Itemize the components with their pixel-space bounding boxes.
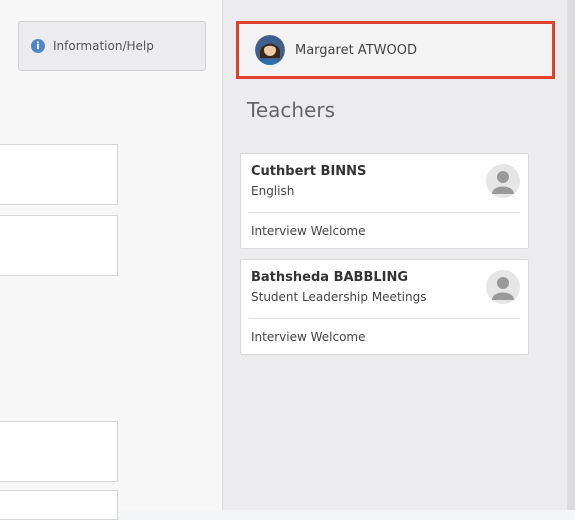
teacher-name: Bathsheda BABBLING — [251, 270, 409, 285]
user-avatar — [255, 35, 285, 65]
user-name: Margaret ATWOOD — [295, 42, 417, 58]
form-field[interactable] — [0, 144, 118, 205]
teacher-interview-status: Interview Welcome — [251, 224, 366, 238]
teacher-card[interactable]: Cuthbert BINNS English Interview Welcome — [240, 153, 529, 249]
form-field[interactable] — [0, 490, 118, 520]
user-profile-button[interactable]: Margaret ATWOOD — [236, 21, 555, 79]
info-icon: i — [31, 39, 45, 53]
person-placeholder-icon — [486, 164, 520, 198]
scrollbar-track[interactable] — [567, 0, 575, 510]
person-placeholder-icon — [486, 270, 520, 304]
teacher-subject: English — [251, 184, 295, 198]
form-field[interactable] — [0, 215, 118, 276]
card-divider — [249, 212, 520, 213]
teacher-card[interactable]: Bathsheda BABBLING Student Leadership Me… — [240, 259, 529, 355]
form-field[interactable] — [0, 421, 118, 482]
card-divider — [249, 318, 520, 319]
information-help-label: Information/Help — [53, 39, 154, 53]
teacher-name: Cuthbert BINNS — [251, 164, 367, 179]
teacher-subject: Student Leadership Meetings — [251, 290, 427, 304]
main-content-pane: i Information/Help — [0, 0, 222, 520]
information-help-button[interactable]: i Information/Help — [18, 21, 206, 71]
teacher-interview-status: Interview Welcome — [251, 330, 366, 344]
teachers-heading: Teachers — [247, 98, 335, 122]
